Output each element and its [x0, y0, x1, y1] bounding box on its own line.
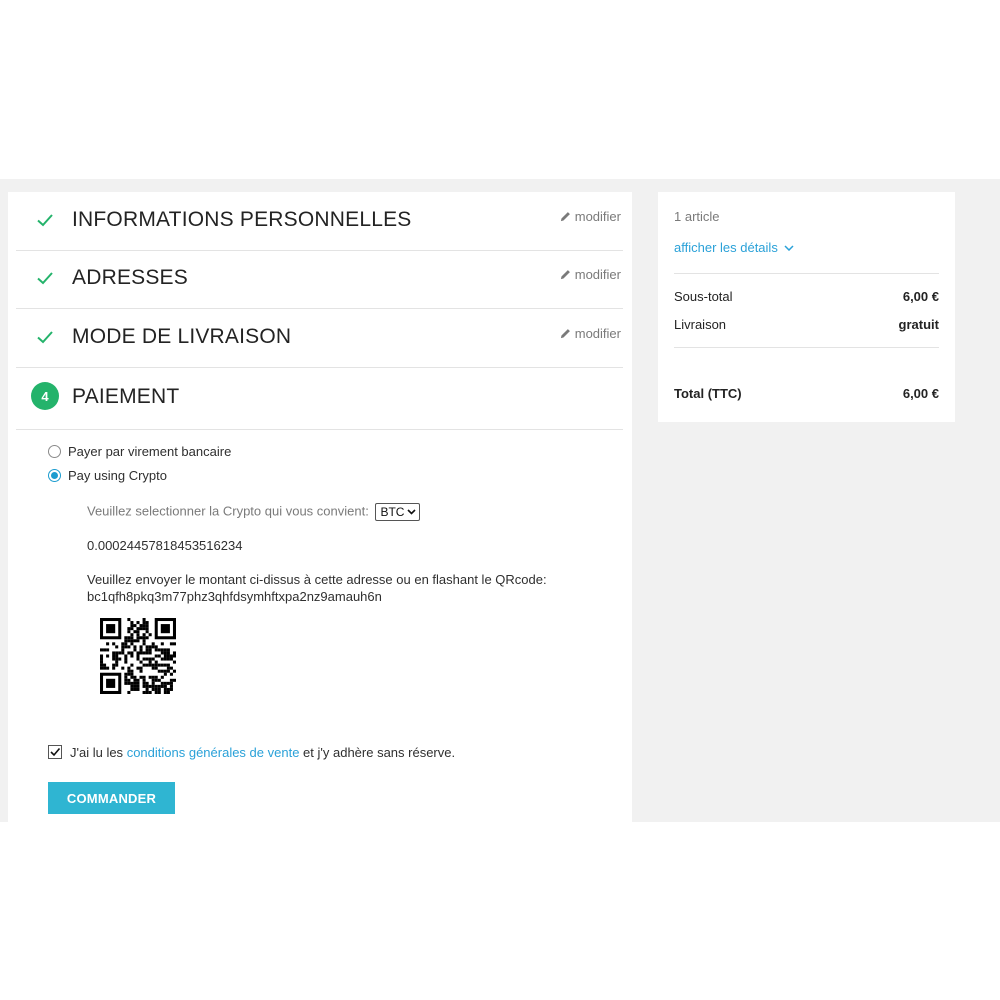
check-icon: [37, 272, 53, 285]
edit-label: modifier: [574, 209, 621, 224]
check-icon: [37, 214, 53, 227]
step-personal-information: Informations personnelles modifier: [16, 192, 623, 251]
payment-option-label: Payer par virement bancaire: [68, 444, 232, 459]
order-button[interactable]: COMMANDER: [48, 782, 175, 814]
terms-link[interactable]: conditions générales de vente: [127, 745, 300, 760]
article-count: 1 article: [674, 209, 939, 224]
terms-text-after: et j'y adhère sans réserve.: [303, 745, 456, 760]
payment-option-crypto[interactable]: Pay using Crypto: [48, 468, 167, 483]
total-row: Total (TTC) 6,00 €: [674, 386, 939, 401]
divider: [674, 273, 939, 274]
show-details-label: afficher les détails: [674, 240, 778, 255]
step-addresses: Adresses modifier: [16, 250, 623, 309]
subtotal-row: Sous-total 6,00 €: [674, 289, 939, 304]
terms-text-before: J'ai lu les: [70, 745, 124, 760]
send-instruction: Veuillez envoyer le montant ci-dissus à …: [87, 572, 547, 587]
crypto-select[interactable]: BTC: [375, 503, 421, 521]
crypto-select-value: BTC: [380, 505, 405, 519]
pencil-icon: [560, 212, 570, 222]
wallet-address: bc1qfh8pkq3m77phz3qhfdsymhftxpa2nz9amauh…: [87, 589, 382, 604]
show-details-row: afficher les détails: [674, 240, 939, 255]
terms-checkbox[interactable]: [48, 745, 62, 759]
edit-personal-information-link[interactable]: modifier: [560, 209, 621, 224]
step-title: Paiement: [72, 385, 180, 408]
total-value: 6,00 €: [902, 386, 939, 401]
payment-option-bank-transfer[interactable]: Payer par virement bancaire: [48, 444, 231, 459]
step-number-badge: 4: [31, 382, 59, 410]
payment-option-label: Pay using Crypto: [68, 468, 167, 483]
article-count-label: 1 article: [674, 209, 720, 224]
edit-shipping-method-link[interactable]: modifier: [560, 326, 621, 341]
step-title: Mode de livraison: [72, 325, 292, 348]
step-title: Adresses: [72, 266, 188, 289]
shipping-value: gratuit: [898, 317, 939, 332]
show-details-link[interactable]: afficher les détails: [674, 240, 794, 255]
terms-label: J'ai lu les conditions générales de vent…: [70, 745, 455, 760]
check-icon: [37, 331, 53, 344]
edit-label: modifier: [574, 326, 621, 341]
crypto-prompt: Veuillez selectionner la Crypto qui vous…: [87, 503, 369, 519]
edit-label: modifier: [574, 267, 621, 282]
crypto-select-row: Veuillez selectionner la Crypto qui vous…: [87, 503, 421, 521]
radio-button[interactable]: [48, 469, 61, 482]
checkmark-icon: [50, 747, 61, 757]
subtotal-value: 6,00 €: [902, 289, 939, 304]
pencil-icon: [560, 270, 570, 280]
crypto-amount: 0.00024457818453516234: [87, 538, 243, 553]
shipping-label: Livraison: [674, 317, 727, 332]
qr-code-image: [100, 618, 176, 694]
step-payment: 4 Paiement: [16, 367, 623, 430]
cart-summary: 1 article afficher les détails Sous-tota…: [658, 192, 955, 422]
radio-button[interactable]: [48, 445, 61, 458]
edit-addresses-link[interactable]: modifier: [560, 267, 621, 282]
shipping-row: Livraison gratuit: [674, 317, 939, 332]
chevron-down-icon: [407, 509, 417, 515]
pencil-icon: [560, 329, 570, 339]
step-title: Informations personnelles: [72, 208, 412, 231]
chevron-down-icon: [784, 244, 794, 251]
subtotal-label: Sous-total: [674, 289, 733, 304]
total-label: Total (TTC): [674, 386, 742, 401]
divider: [674, 347, 939, 348]
step-shipping-method: Mode de livraison modifier: [16, 309, 623, 368]
